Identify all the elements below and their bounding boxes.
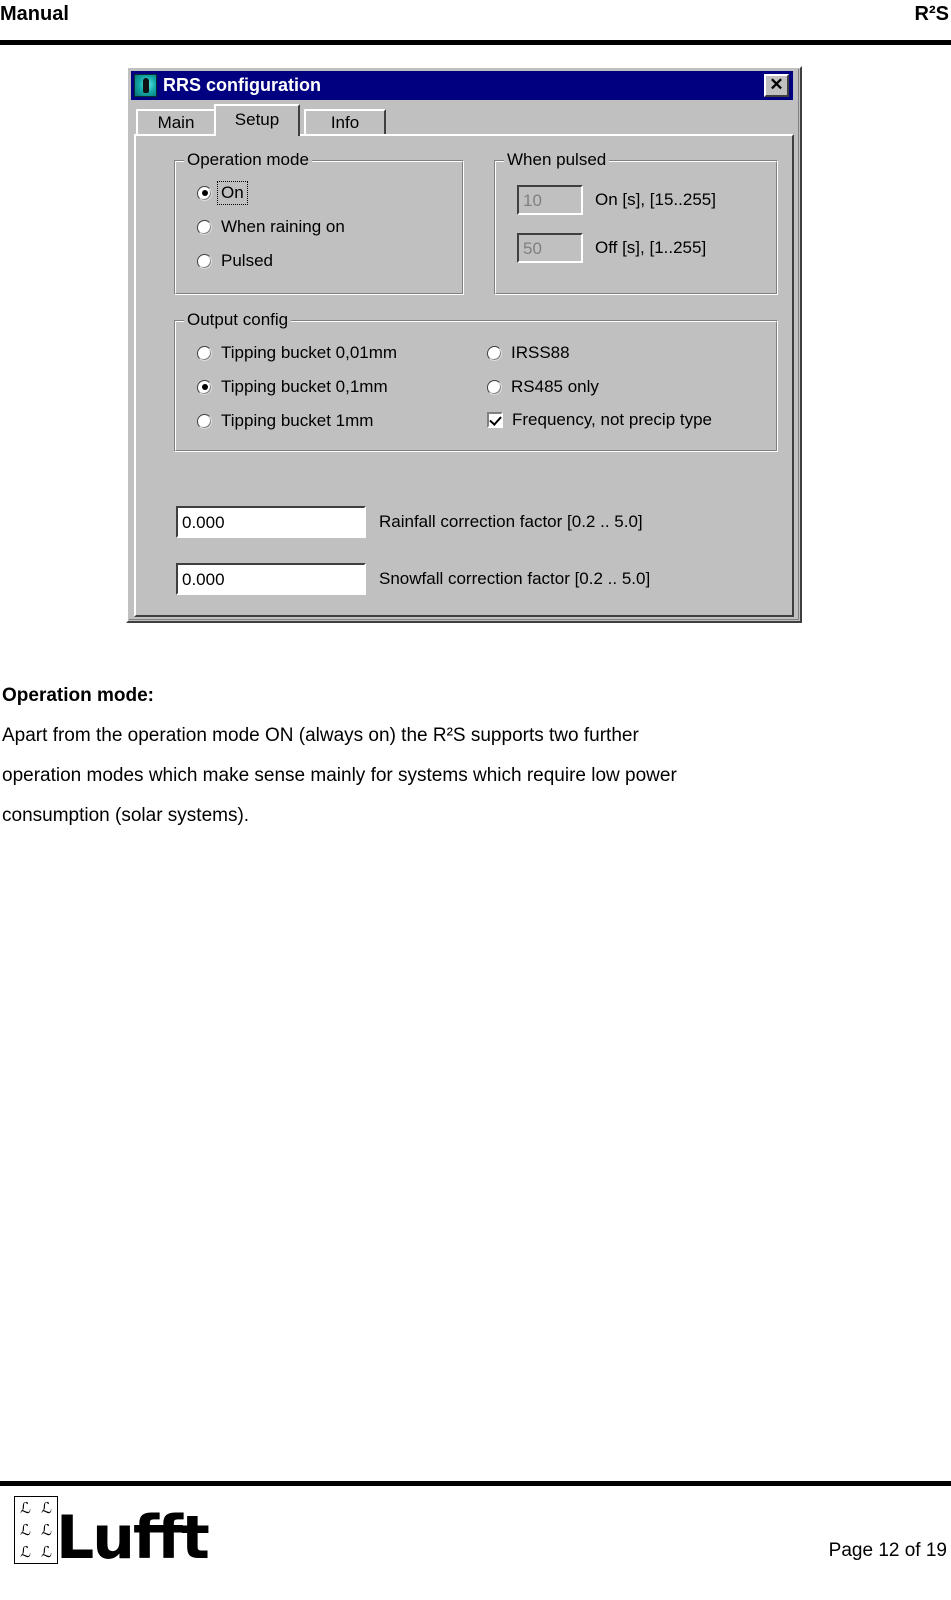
tab-main[interactable]: Main: [136, 109, 216, 136]
radio-tipping-bucket-1mm[interactable]: Tipping bucket 1mm: [197, 411, 373, 431]
when-pulsed-group: When pulsed 10 On [s], [15..255] 50 Off …: [494, 150, 778, 295]
tab-setup[interactable]: Setup: [214, 104, 300, 136]
operation-mode-legend: Operation mode: [184, 150, 312, 169]
body-paragraph-line-3: consumption (solar systems).: [2, 805, 250, 826]
radio-label: RS485 only: [511, 377, 599, 396]
pulse-off-seconds-input[interactable]: 50: [517, 233, 583, 263]
body-text: Operation mode: Apart from the operation…: [2, 676, 902, 836]
dialog-title: RRS configuration: [163, 75, 321, 95]
tab-page-setup: Operation mode On When raining on Pulsed…: [134, 134, 794, 617]
rainfall-correction-factor-input[interactable]: 0.000: [176, 506, 366, 538]
rrs-configuration-dialog: RRS configuration ✕ Main Setup Info Oper…: [126, 66, 802, 623]
radio-label: Tipping bucket 1mm: [221, 411, 374, 430]
radio-operation-mode-pulsed[interactable]: Pulsed: [197, 251, 273, 271]
close-icon: ✕: [769, 75, 784, 94]
logo-pattern-glyph: ℒ: [20, 1543, 31, 1561]
radio-irss88[interactable]: IRSS88: [487, 343, 570, 363]
radio-label: When raining on: [221, 217, 345, 236]
radio-label: Tipping bucket 0,1mm: [221, 377, 388, 396]
when-pulsed-legend: When pulsed: [504, 150, 610, 169]
lufft-wordmark: Lufft: [56, 1503, 210, 1573]
body-paragraph-line-1: Apart from the operation mode ON (always…: [2, 725, 639, 746]
radio-icon: [197, 253, 212, 269]
logo-pattern-glyph: ℒ: [20, 1521, 31, 1539]
pulse-off-seconds-label: Off [s], [1..255]: [595, 238, 707, 257]
radio-icon: [487, 379, 502, 395]
radio-label: On: [217, 181, 248, 205]
header-document-title: Manual: [0, 3, 69, 25]
radio-operation-mode-on[interactable]: On: [197, 181, 248, 205]
radio-operation-mode-when-raining-on[interactable]: When raining on: [197, 217, 345, 237]
checkbox-icon: [487, 412, 503, 428]
page-number: Page 12 of 19: [828, 1540, 947, 1561]
body-heading: Operation mode:: [2, 685, 155, 706]
operation-mode-group: Operation mode On When raining on Pulsed: [174, 150, 464, 295]
lufft-logo: ℒ ℒ ℒ ℒ ℒ ℒ Lufft: [14, 1496, 210, 1573]
tabstrip: Main Setup Info: [136, 104, 792, 136]
tab-info[interactable]: Info: [304, 109, 386, 136]
radio-icon: [197, 185, 212, 201]
logo-pattern-glyph: ℒ: [41, 1499, 52, 1517]
header-divider: [0, 40, 951, 45]
snowfall-correction-factor-input[interactable]: 0.000: [176, 563, 366, 595]
logo-pattern-glyph: ℒ: [41, 1543, 52, 1561]
pulse-on-seconds-input[interactable]: 10: [517, 185, 583, 215]
dialog-titlebar[interactable]: RRS configuration ✕: [131, 71, 793, 100]
pulse-on-seconds-label: On [s], [15..255]: [595, 190, 716, 209]
checkbox-label: Frequency, not precip type: [512, 410, 713, 429]
radio-label: Tipping bucket 0,01mm: [221, 343, 398, 362]
radio-icon: [197, 345, 212, 361]
snowfall-correction-factor-label: Snowfall correction factor [0.2 .. 5.0]: [379, 569, 651, 588]
radio-label: IRSS88: [511, 343, 570, 362]
radio-icon: [197, 379, 212, 395]
header-product-name: R²S: [914, 3, 949, 25]
footer-divider: [0, 1481, 951, 1486]
close-button[interactable]: ✕: [764, 74, 789, 97]
logo-pattern-glyph: ℒ: [41, 1521, 52, 1539]
radio-icon: [197, 219, 212, 235]
radio-tipping-bucket-01mm[interactable]: Tipping bucket 0,1mm: [197, 377, 388, 397]
output-config-group: Output config Tipping bucket 0,01mm Tipp…: [174, 310, 778, 452]
group-bevel: [495, 161, 777, 294]
lufft-logo-pattern: ℒ ℒ ℒ ℒ ℒ ℒ: [14, 1496, 58, 1564]
rainfall-correction-factor-label: Rainfall correction factor [0.2 .. 5.0]: [379, 512, 643, 531]
page-header: Manual R²S: [0, 0, 951, 42]
logo-pattern-glyph: ℒ: [20, 1499, 31, 1517]
radio-icon: [487, 345, 502, 361]
radio-icon: [197, 413, 212, 429]
radio-rs485-only[interactable]: RS485 only: [487, 377, 599, 397]
output-config-legend: Output config: [184, 310, 292, 329]
radio-tipping-bucket-001mm[interactable]: Tipping bucket 0,01mm: [197, 343, 397, 363]
radio-label: Pulsed: [221, 251, 273, 270]
body-paragraph-line-2: operation modes which make sense mainly …: [2, 765, 677, 786]
sensor-icon: [134, 74, 157, 97]
checkbox-frequency-not-precip-type[interactable]: Frequency, not precip type: [487, 410, 712, 430]
